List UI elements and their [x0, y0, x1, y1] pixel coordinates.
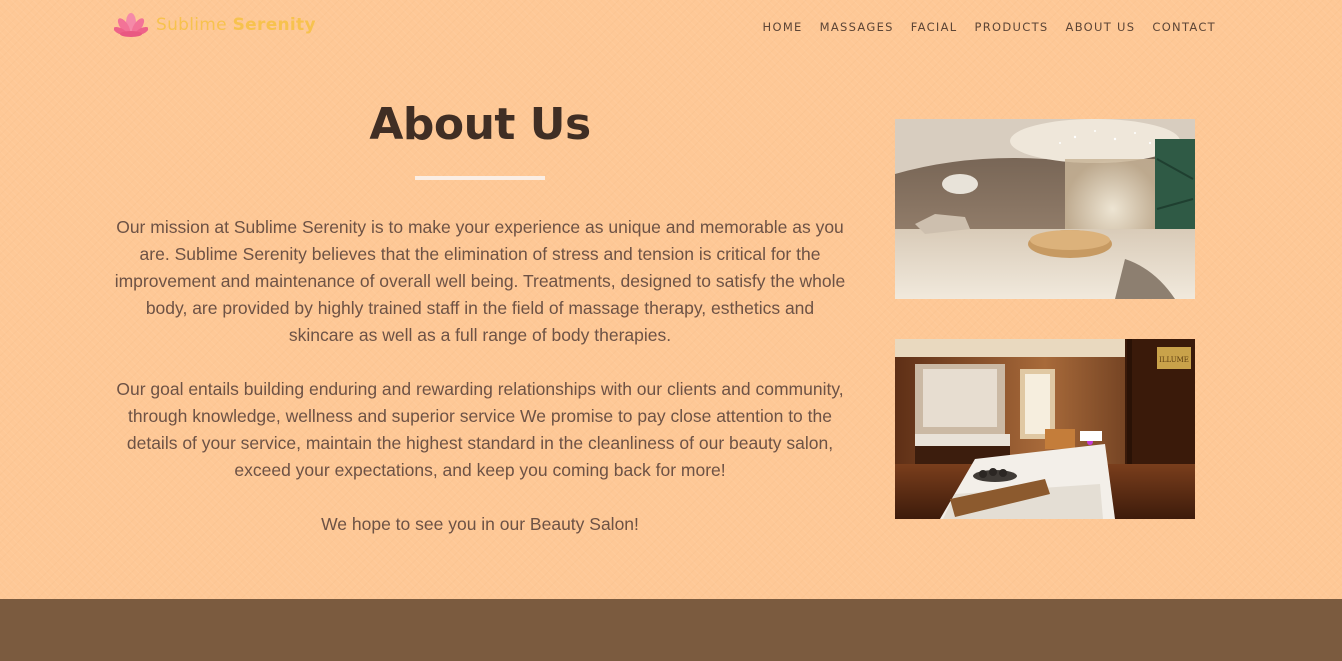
page-title: About Us: [369, 99, 591, 150]
footer-band: [0, 599, 1342, 661]
about-paragraph-goal: Our goal entails building enduring and r…: [116, 379, 844, 480]
nav-facial[interactable]: FACIAL: [911, 20, 958, 34]
about-paragraph-closing: We hope to see you in our Beauty Salon!: [321, 514, 639, 534]
massage-room-photo: ILLUME: [895, 339, 1195, 519]
nav-home[interactable]: HOME: [763, 20, 803, 34]
lotus-icon: [114, 13, 148, 37]
brand-logo-link[interactable]: Sublime Serenity: [114, 10, 316, 40]
massage-room-image: ILLUME: [895, 339, 1195, 519]
nav-massages[interactable]: MASSAGES: [820, 20, 894, 34]
room-sign-text: ILLUME: [1159, 356, 1189, 364]
nav-about-us[interactable]: ABOUT US: [1066, 20, 1136, 34]
brand-name: Sublime Serenity: [156, 15, 316, 35]
brand-name-part2: Serenity: [232, 15, 316, 35]
site-header: Sublime Serenity HOME MASSAGES FACIAL PR…: [0, 0, 1342, 55]
about-paragraph-mission: Our mission at Sublime Serenity is to ma…: [114, 217, 846, 345]
about-section: About Us Our mission at Sublime Serenity…: [114, 90, 846, 538]
main-nav: HOME MASSAGES FACIAL PRODUCTS ABOUT US C…: [746, 20, 1216, 34]
nav-contact[interactable]: CONTACT: [1152, 20, 1216, 34]
spa-lounge-photo: [895, 119, 1195, 299]
brand-name-part1: Sublime: [156, 15, 227, 35]
nav-products[interactable]: PRODUCTS: [975, 20, 1049, 34]
spa-lounge-image: [895, 119, 1195, 299]
title-divider: [415, 176, 545, 180]
